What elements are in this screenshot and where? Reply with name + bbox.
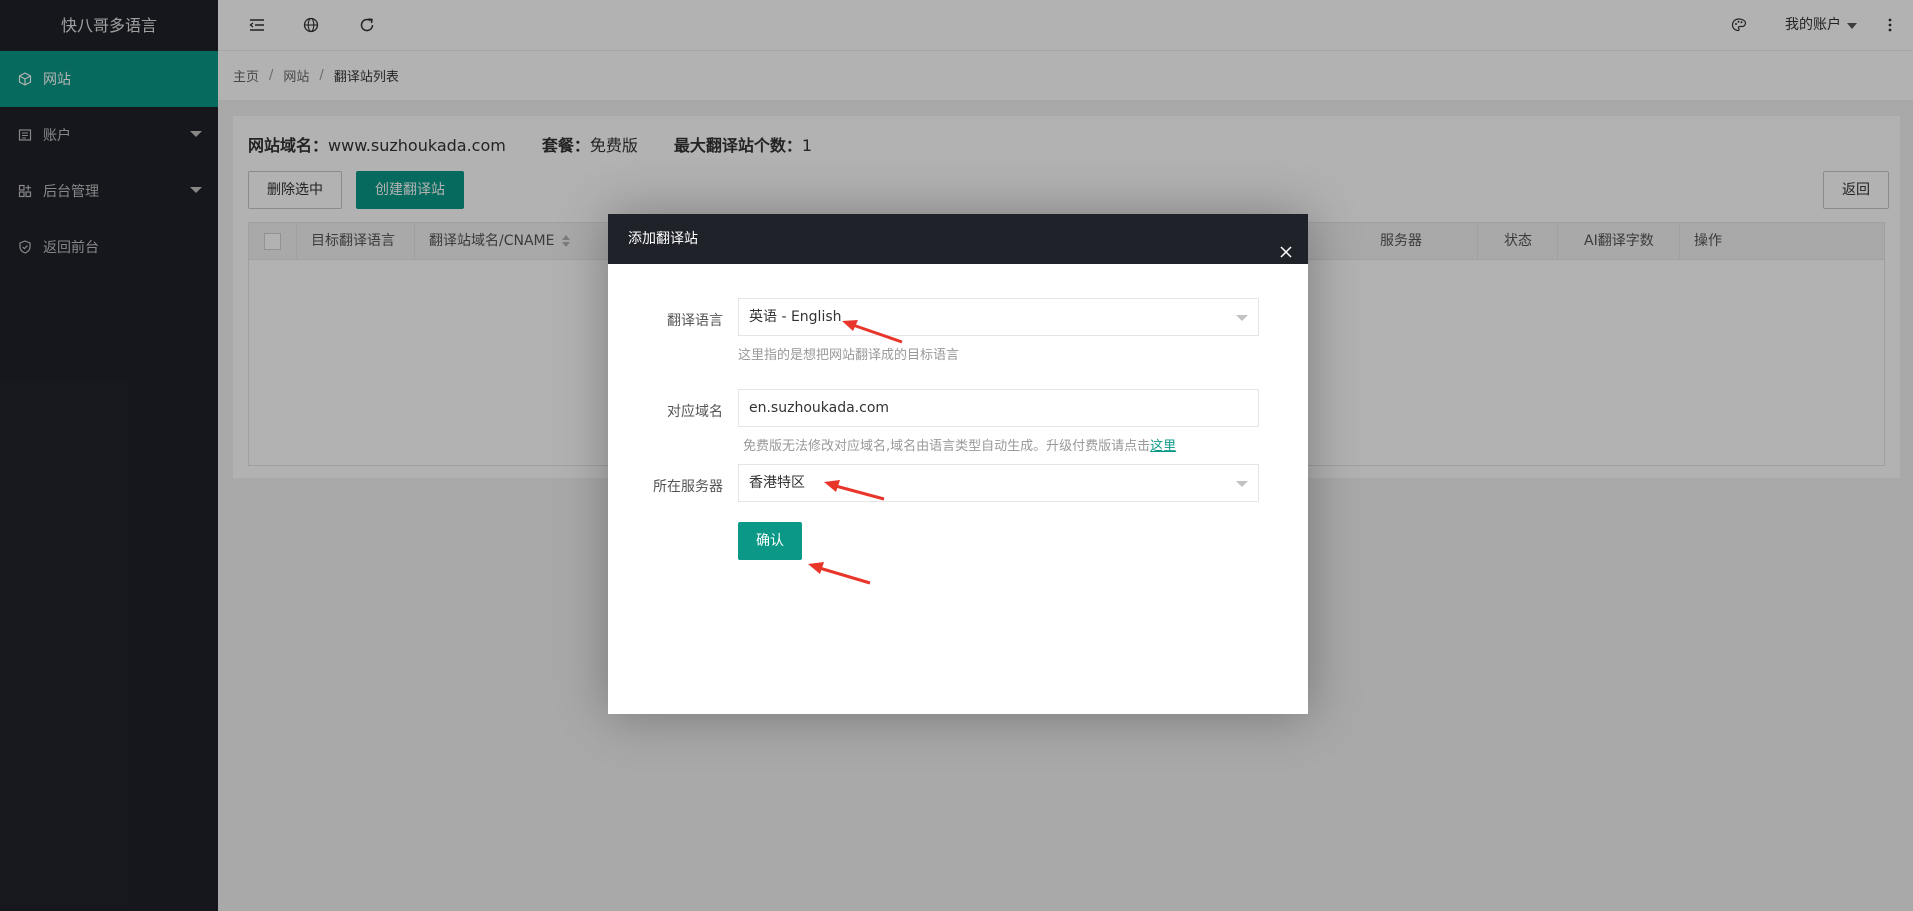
caret-down-icon	[1236, 315, 1248, 321]
domain-label: 对应域名	[667, 404, 723, 420]
confirm-button[interactable]: 确认	[738, 522, 802, 560]
domain-input[interactable]: en.suzhoukada.com	[738, 389, 1259, 427]
domain-hint-text: 免费版无法修改对应域名,域名由语言类型自动生成。升级付费版请点击	[743, 439, 1151, 454]
annotation-arrow-icon	[808, 562, 871, 585]
server-label: 所在服务器	[653, 479, 723, 495]
domain-input-value: en.suzhoukada.com	[749, 400, 890, 416]
caret-down-icon	[1236, 481, 1248, 487]
upgrade-link[interactable]: 这里	[1150, 439, 1176, 454]
server-select-value: 香港特区	[749, 475, 805, 491]
server-select[interactable]: 香港特区	[738, 464, 1259, 502]
annotation-arrow-icon	[842, 320, 903, 344]
language-hint: 这里指的是想把网站翻译成的目标语言	[738, 348, 960, 363]
dialog-title: 添加翻译站	[628, 231, 698, 247]
close-icon[interactable]	[1278, 231, 1294, 258]
domain-hint: 免费版无法修改对应域名,域名由语言类型自动生成。升级付费版请点击这里	[743, 435, 1176, 454]
add-translation-site-dialog: 添加翻译站 翻译语言 英语 - English 这里指的是想把网站翻译成的目标语…	[608, 214, 1308, 714]
language-label: 翻译语言	[667, 313, 723, 329]
language-select[interactable]: 英语 - English	[738, 298, 1259, 336]
language-select-value: 英语 - English	[749, 309, 842, 325]
dialog-title-bar: 添加翻译站	[608, 214, 1308, 264]
annotation-arrow-icon	[824, 480, 885, 501]
